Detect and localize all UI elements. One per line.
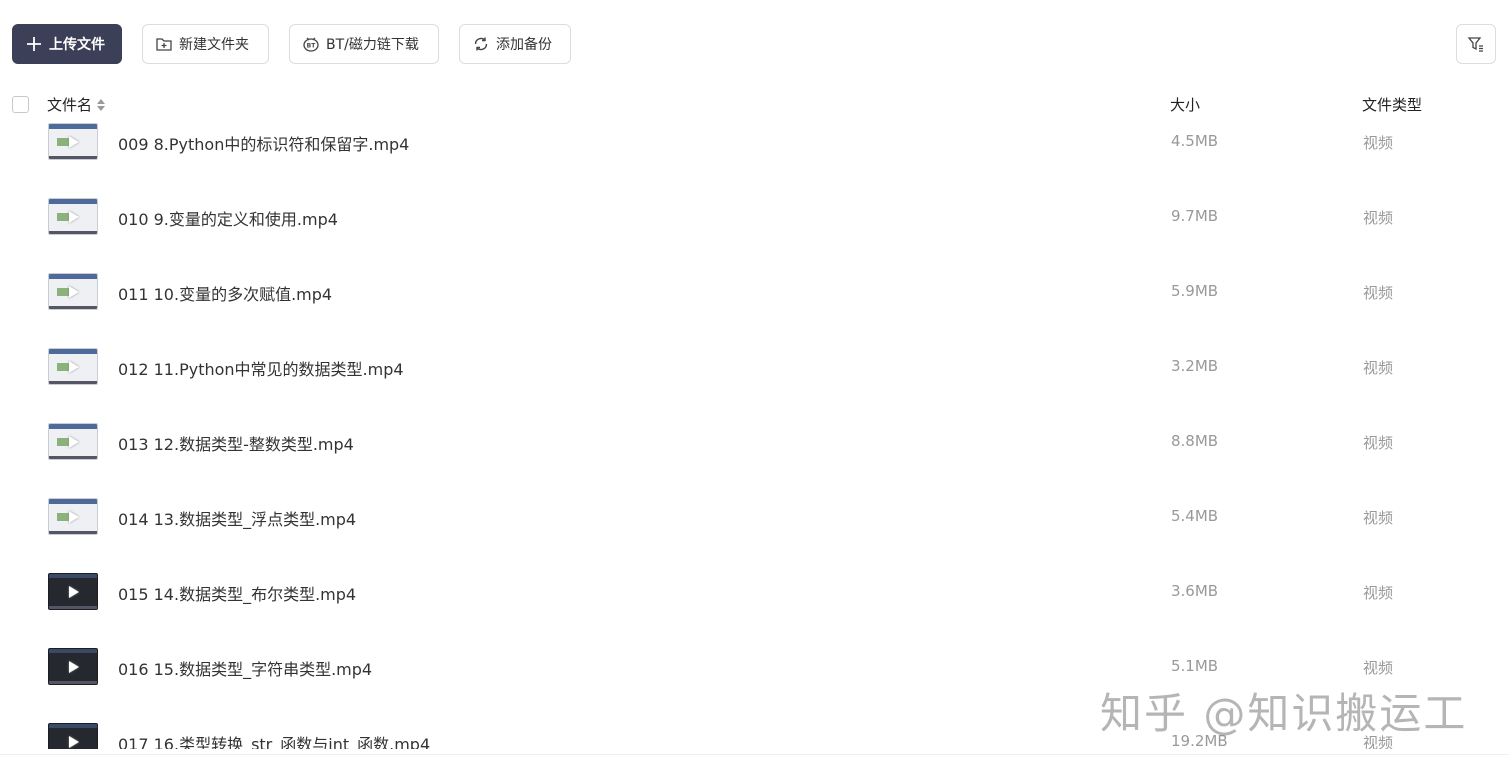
column-header-name[interactable]: 文件名: [47, 94, 106, 115]
file-size: 3.6MB: [1171, 582, 1219, 600]
file-size: 5.4MB: [1171, 507, 1219, 525]
column-header-type[interactable]: 文件类型: [1362, 94, 1422, 115]
table-row[interactable]: 012 11.Python中常见的数据类型.mp4 3.2MB 视频: [0, 329, 1509, 404]
play-icon: [69, 586, 79, 598]
table-row[interactable]: 013 12.数据类型-整数类型.mp4 8.8MB 视频: [0, 404, 1509, 479]
video-thumbnail[interactable]: [48, 423, 98, 460]
new-folder-label: 新建文件夹: [179, 37, 249, 53]
video-thumbnail[interactable]: [48, 123, 98, 160]
sort-icon[interactable]: [97, 98, 106, 111]
filter-icon: [1467, 37, 1483, 52]
play-icon: [69, 361, 79, 373]
upload-file-label: 上传文件: [49, 37, 105, 53]
bt-magnet-download-label: BT/磁力链下载: [326, 37, 419, 53]
folder-plus-icon: [156, 38, 172, 51]
play-icon: [69, 211, 79, 223]
file-name[interactable]: 011 10.变量的多次赋值.mp4: [118, 281, 332, 305]
video-thumbnail[interactable]: [48, 723, 98, 749]
file-name[interactable]: 009 8.Python中的标识符和保留字.mp4: [118, 131, 409, 155]
table-header: 文件名 大小 文件类型: [0, 88, 1509, 122]
svg-text:BT: BT: [307, 43, 317, 50]
play-icon: [69, 286, 79, 298]
video-thumbnail[interactable]: [48, 273, 98, 310]
file-type: 视频: [1363, 434, 1394, 452]
play-icon: [69, 661, 79, 673]
divider: [0, 754, 1509, 755]
video-thumbnail[interactable]: [48, 648, 98, 685]
upload-file-button[interactable]: 上传文件: [12, 24, 122, 64]
toolbar: 上传文件 新建文件夹 BT BT/磁力链下载 添加备份: [0, 0, 1509, 88]
video-thumbnail[interactable]: [48, 573, 98, 610]
file-type: 视频: [1363, 209, 1394, 227]
file-name[interactable]: 016 15.数据类型_字符串类型.mp4: [118, 656, 372, 680]
plus-icon: [27, 37, 41, 51]
table-row[interactable]: 014 13.数据类型_浮点类型.mp4 5.4MB 视频: [0, 479, 1509, 554]
column-header-name-label: 文件名: [47, 96, 93, 114]
file-size: 5.1MB: [1171, 657, 1219, 675]
watermark: 知乎 @知识搬运工: [1100, 689, 1468, 738]
file-size: 3.2MB: [1171, 357, 1219, 375]
file-type: 视频: [1363, 284, 1394, 302]
filter-button[interactable]: [1456, 24, 1496, 64]
table-row[interactable]: 010 9.变量的定义和使用.mp4 9.7MB 视频: [0, 179, 1509, 254]
file-name[interactable]: 010 9.变量的定义和使用.mp4: [118, 206, 338, 230]
table-row[interactable]: 009 8.Python中的标识符和保留字.mp4 4.5MB 视频: [0, 122, 1509, 179]
file-type: 视频: [1363, 584, 1394, 602]
file-type: 视频: [1363, 659, 1394, 677]
file-list: 009 8.Python中的标识符和保留字.mp4 4.5MB 视频 010 9.变量…: [0, 122, 1509, 749]
play-icon: [69, 436, 79, 448]
table-row[interactable]: 011 10.变量的多次赋值.mp4 5.9MB 视频: [0, 254, 1509, 329]
file-type: 视频: [1363, 359, 1394, 377]
select-all-checkbox[interactable]: [12, 96, 29, 113]
file-name[interactable]: 012 11.Python中常见的数据类型.mp4: [118, 356, 404, 380]
file-name[interactable]: 015 14.数据类型_布尔类型.mp4: [118, 581, 356, 605]
file-name[interactable]: 017 16.类型转换_str_函数与int_函数.mp4: [118, 731, 430, 749]
add-backup-button[interactable]: 添加备份: [459, 24, 571, 64]
file-type: 视频: [1363, 509, 1394, 527]
bt-icon: BT: [303, 37, 319, 52]
video-thumbnail[interactable]: [48, 498, 98, 535]
play-icon: [69, 736, 79, 748]
file-size: 4.5MB: [1171, 132, 1219, 150]
table-row[interactable]: 015 14.数据类型_布尔类型.mp4 3.6MB 视频: [0, 554, 1509, 629]
sync-icon: [474, 37, 488, 51]
video-thumbnail[interactable]: [48, 348, 98, 385]
video-thumbnail[interactable]: [48, 198, 98, 235]
add-backup-label: 添加备份: [496, 37, 552, 53]
file-type: 视频: [1363, 134, 1394, 152]
file-size: 8.8MB: [1171, 432, 1219, 450]
play-icon: [69, 511, 79, 523]
file-name[interactable]: 013 12.数据类型-整数类型.mp4: [118, 431, 354, 455]
column-header-size[interactable]: 大小: [1170, 94, 1200, 115]
new-folder-button[interactable]: 新建文件夹: [142, 24, 269, 64]
file-name[interactable]: 014 13.数据类型_浮点类型.mp4: [118, 506, 356, 530]
file-size: 5.9MB: [1171, 282, 1219, 300]
bt-magnet-download-button[interactable]: BT BT/磁力链下载: [289, 24, 439, 64]
play-icon: [69, 136, 79, 148]
file-size: 9.7MB: [1171, 207, 1219, 225]
